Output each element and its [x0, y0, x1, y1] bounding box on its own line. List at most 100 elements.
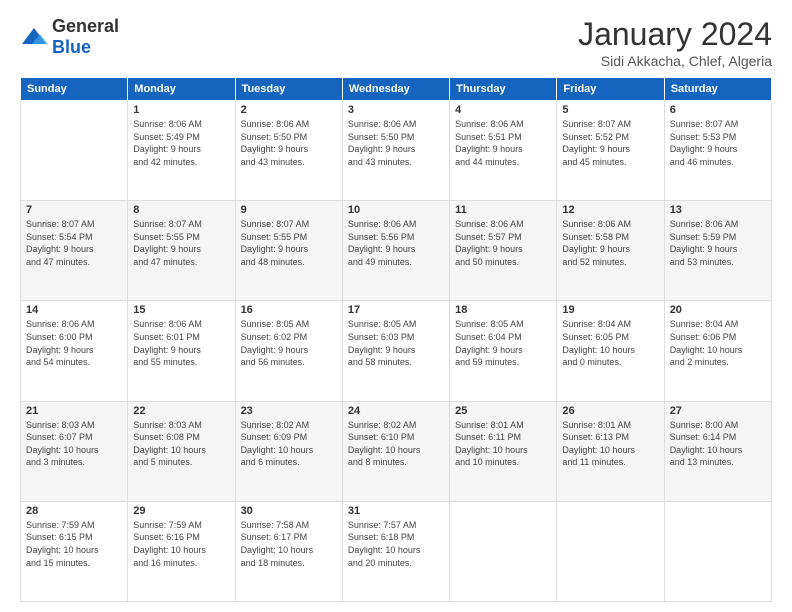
- header-tuesday: Tuesday: [235, 78, 342, 101]
- day-info: Sunrise: 8:02 AM Sunset: 6:09 PM Dayligh…: [241, 419, 337, 469]
- table-row: 9 Sunrise: 8:07 AM Sunset: 5:55 PM Daylig…: [235, 201, 342, 301]
- day-number: 27: [670, 405, 766, 417]
- day-number: 13: [670, 204, 766, 216]
- day-number: 4: [455, 104, 551, 116]
- day-info: Sunrise: 8:07 AM Sunset: 5:55 PM Dayligh…: [133, 218, 229, 268]
- logo: General Blue: [20, 16, 119, 58]
- table-row: 21 Sunrise: 8:03 AM Sunset: 6:07 PM Dayli…: [21, 401, 128, 501]
- header: General Blue January 2024 Sidi Akkacha, …: [20, 16, 772, 69]
- table-row: 25 Sunrise: 8:01 AM Sunset: 6:11 PM Dayli…: [450, 401, 557, 501]
- day-info: Sunrise: 8:07 AM Sunset: 5:52 PM Dayligh…: [562, 118, 658, 168]
- day-number: 11: [455, 204, 551, 216]
- day-number: 30: [241, 505, 337, 517]
- day-info: Sunrise: 8:06 AM Sunset: 6:01 PM Dayligh…: [133, 318, 229, 368]
- day-info: Sunrise: 8:03 AM Sunset: 6:08 PM Dayligh…: [133, 419, 229, 469]
- day-info: Sunrise: 8:06 AM Sunset: 5:59 PM Dayligh…: [670, 218, 766, 268]
- day-info: Sunrise: 8:06 AM Sunset: 5:51 PM Dayligh…: [455, 118, 551, 168]
- table-row: 15Sunrise: 8:06 AM Sunset: 6:01 PM Dayli…: [128, 301, 235, 401]
- table-row: 8 Sunrise: 8:07 AM Sunset: 5:55 PM Daylig…: [128, 201, 235, 301]
- day-number: 18: [455, 304, 551, 316]
- location-subtitle: Sidi Akkacha, Chlef, Algeria: [578, 53, 772, 69]
- header-monday: Monday: [128, 78, 235, 101]
- day-number: 2: [241, 104, 337, 116]
- day-info: Sunrise: 8:05 AM Sunset: 6:02 PM Dayligh…: [241, 318, 337, 368]
- day-number: 3: [348, 104, 444, 116]
- table-row: 11 Sunrise: 8:06 AM Sunset: 5:57 PM Dayli…: [450, 201, 557, 301]
- day-number: 17: [348, 304, 444, 316]
- day-info: Sunrise: 8:07 AM Sunset: 5:53 PM Dayligh…: [670, 118, 766, 168]
- table-row: 29 Sunrise: 7:59 AM Sunset: 6:16 PM Dayli…: [128, 501, 235, 601]
- day-info: Sunrise: 8:04 AM Sunset: 6:06 PM Dayligh…: [670, 318, 766, 368]
- day-info: Sunrise: 7:59 AM Sunset: 6:16 PM Dayligh…: [133, 519, 229, 569]
- table-row: 1Sunrise: 8:06 AM Sunset: 5:49 PM Daylig…: [128, 101, 235, 201]
- table-row: 4 Sunrise: 8:06 AM Sunset: 5:51 PM Daylig…: [450, 101, 557, 201]
- table-row: [664, 501, 771, 601]
- table-row: [557, 501, 664, 601]
- day-number: 14: [26, 304, 122, 316]
- day-info: Sunrise: 8:05 AM Sunset: 6:04 PM Dayligh…: [455, 318, 551, 368]
- day-number: 31: [348, 505, 444, 517]
- day-number: 22: [133, 405, 229, 417]
- day-number: 25: [455, 405, 551, 417]
- logo-general: General: [52, 16, 119, 36]
- day-info: Sunrise: 8:06 AM Sunset: 5:50 PM Dayligh…: [348, 118, 444, 168]
- day-info: Sunrise: 7:59 AM Sunset: 6:15 PM Dayligh…: [26, 519, 122, 569]
- day-info: Sunrise: 8:04 AM Sunset: 6:05 PM Dayligh…: [562, 318, 658, 368]
- day-info: Sunrise: 8:07 AM Sunset: 5:55 PM Dayligh…: [241, 218, 337, 268]
- header-saturday: Saturday: [664, 78, 771, 101]
- day-info: Sunrise: 7:57 AM Sunset: 6:18 PM Dayligh…: [348, 519, 444, 569]
- day-info: Sunrise: 8:06 AM Sunset: 6:00 PM Dayligh…: [26, 318, 122, 368]
- table-row: 7Sunrise: 8:07 AM Sunset: 5:54 PM Daylig…: [21, 201, 128, 301]
- table-row: 13 Sunrise: 8:06 AM Sunset: 5:59 PM Dayli…: [664, 201, 771, 301]
- calendar-header-row: Sunday Monday Tuesday Wednesday Thursday…: [21, 78, 772, 101]
- day-number: 10: [348, 204, 444, 216]
- month-title: January 2024: [578, 16, 772, 53]
- day-number: 23: [241, 405, 337, 417]
- logo-blue: Blue: [52, 37, 91, 57]
- logo-icon: [20, 26, 48, 48]
- table-row: 19Sunrise: 8:04 AM Sunset: 6:05 PM Dayli…: [557, 301, 664, 401]
- page: General Blue January 2024 Sidi Akkacha, …: [0, 0, 792, 612]
- day-number: 29: [133, 505, 229, 517]
- day-info: Sunrise: 8:06 AM Sunset: 5:58 PM Dayligh…: [562, 218, 658, 268]
- table-row: 18 Sunrise: 8:05 AM Sunset: 6:04 PM Dayli…: [450, 301, 557, 401]
- day-number: 20: [670, 304, 766, 316]
- day-number: 16: [241, 304, 337, 316]
- day-number: 5: [562, 104, 658, 116]
- table-row: 3 Sunrise: 8:06 AM Sunset: 5:50 PM Daylig…: [342, 101, 449, 201]
- calendar-table: Sunday Monday Tuesday Wednesday Thursday…: [20, 77, 772, 602]
- table-row: 23 Sunrise: 8:02 AM Sunset: 6:09 PM Dayli…: [235, 401, 342, 501]
- table-row: 10 Sunrise: 8:06 AM Sunset: 5:56 PM Dayli…: [342, 201, 449, 301]
- logo-text: General Blue: [52, 16, 119, 58]
- table-row: 24 Sunrise: 8:02 AM Sunset: 6:10 PM Dayli…: [342, 401, 449, 501]
- day-info: Sunrise: 8:02 AM Sunset: 6:10 PM Dayligh…: [348, 419, 444, 469]
- table-row: 20 Sunrise: 8:04 AM Sunset: 6:06 PM Dayli…: [664, 301, 771, 401]
- day-info: Sunrise: 8:00 AM Sunset: 6:14 PM Dayligh…: [670, 419, 766, 469]
- day-info: Sunrise: 8:06 AM Sunset: 5:49 PM Dayligh…: [133, 118, 229, 168]
- table-row: 30Sunrise: 7:58 AM Sunset: 6:17 PM Dayli…: [235, 501, 342, 601]
- table-row: 16 Sunrise: 8:05 AM Sunset: 6:02 PM Dayli…: [235, 301, 342, 401]
- day-info: Sunrise: 8:03 AM Sunset: 6:07 PM Dayligh…: [26, 419, 122, 469]
- day-number: 8: [133, 204, 229, 216]
- header-wednesday: Wednesday: [342, 78, 449, 101]
- day-number: 21: [26, 405, 122, 417]
- table-row: 2 Sunrise: 8:06 AM Sunset: 5:50 PM Daylig…: [235, 101, 342, 201]
- table-row: 17 Sunrise: 8:05 AM Sunset: 6:03 PM Dayli…: [342, 301, 449, 401]
- day-info: Sunrise: 8:05 AM Sunset: 6:03 PM Dayligh…: [348, 318, 444, 368]
- day-number: 9: [241, 204, 337, 216]
- table-row: 26Sunrise: 8:01 AM Sunset: 6:13 PM Dayli…: [557, 401, 664, 501]
- day-info: Sunrise: 8:01 AM Sunset: 6:11 PM Dayligh…: [455, 419, 551, 469]
- table-row: 12Sunrise: 8:06 AM Sunset: 5:58 PM Dayli…: [557, 201, 664, 301]
- table-row: 28 Sunrise: 7:59 AM Sunset: 6:15 PM Dayli…: [21, 501, 128, 601]
- header-sunday: Sunday: [21, 78, 128, 101]
- day-info: Sunrise: 8:06 AM Sunset: 5:50 PM Dayligh…: [241, 118, 337, 168]
- day-info: Sunrise: 8:06 AM Sunset: 5:56 PM Dayligh…: [348, 218, 444, 268]
- table-row: [21, 101, 128, 201]
- day-number: 24: [348, 405, 444, 417]
- day-info: Sunrise: 8:06 AM Sunset: 5:57 PM Dayligh…: [455, 218, 551, 268]
- table-row: 27 Sunrise: 8:00 AM Sunset: 6:14 PM Dayli…: [664, 401, 771, 501]
- table-row: 22 Sunrise: 8:03 AM Sunset: 6:08 PM Dayli…: [128, 401, 235, 501]
- day-number: 26: [562, 405, 658, 417]
- day-number: 7: [26, 204, 122, 216]
- day-number: 28: [26, 505, 122, 517]
